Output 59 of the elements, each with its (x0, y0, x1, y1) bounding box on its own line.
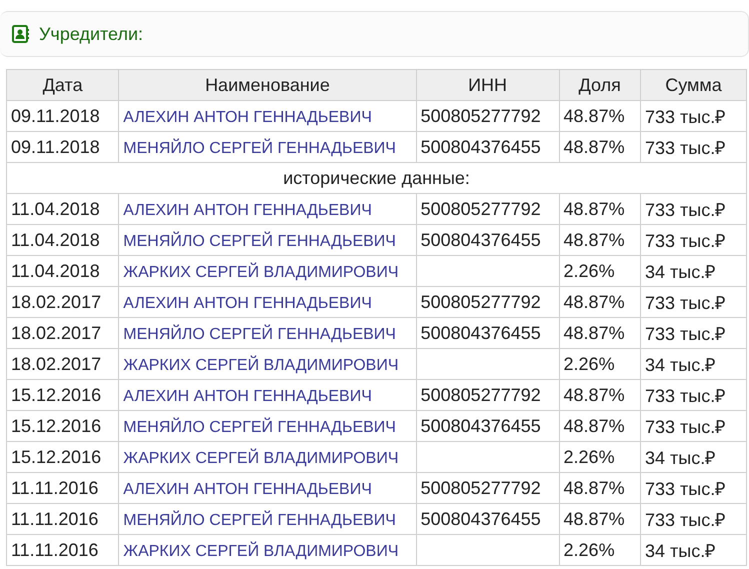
column-header: ИНН (416, 70, 560, 100)
table-cell: 34 тыс.₽ (640, 348, 746, 380)
table-cell: 48.87% (559, 472, 640, 504)
table-cell: 500804376455 (416, 224, 560, 256)
table-cell: 2.26% (559, 442, 640, 472)
table-cell: 48.87% (559, 380, 640, 410)
table-cell: 11.11.2016 (6, 472, 119, 504)
table-cell: 733 тыс.₽ (640, 472, 746, 504)
table-cell: 733 тыс.₽ (640, 504, 746, 534)
table-cell: 733 тыс.₽ (640, 194, 746, 224)
table-cell: 48.87% (559, 286, 640, 318)
table-cell: 18.02.2017 (6, 318, 119, 348)
table-cell: 11.04.2018 (6, 194, 119, 224)
table-cell: 11.11.2016 (6, 504, 119, 534)
table-cell: 15.12.2016 (6, 442, 119, 472)
table-cell: 500805277792 (416, 472, 560, 504)
table-cell: 34 тыс.₽ (640, 256, 746, 286)
table-cell: 48.87% (559, 100, 640, 132)
table-cell: 500805277792 (416, 194, 560, 224)
column-header: Доля (559, 70, 640, 100)
table-cell: 18.02.2017 (6, 286, 119, 318)
table-cell: 48.87% (559, 504, 640, 534)
table-cell: 48.87% (559, 410, 640, 442)
table-cell: 733 тыс.₽ (640, 380, 746, 410)
table-cell: 15.12.2016 (6, 380, 119, 410)
table-cell: 733 тыс.₽ (640, 224, 746, 256)
table-cell: 733 тыс.₽ (640, 286, 746, 318)
table-cell: 2.26% (559, 534, 640, 566)
table-cell: 11.04.2018 (6, 224, 119, 256)
column-header: Дата (6, 70, 119, 100)
table-cell: 500805277792 (416, 100, 560, 132)
table-cell: 11.04.2018 (6, 256, 119, 286)
table-cell: 48.87% (559, 132, 640, 162)
contact-card-icon (12, 25, 30, 43)
table-cell: 15.12.2016 (6, 410, 119, 442)
table-cell: 733 тыс.₽ (640, 100, 746, 132)
table-cell: 500804376455 (416, 410, 560, 442)
table-cell: 48.87% (559, 224, 640, 256)
table-cell: 09.11.2018 (6, 132, 119, 162)
section-title: Учредители: (39, 24, 144, 44)
table-cell: 34 тыс.₽ (640, 534, 746, 566)
column-header: Сумма (640, 70, 746, 100)
table-cell: 500804376455 (416, 132, 560, 162)
table-cell: 2.26% (559, 256, 640, 286)
table-cell: 48.87% (559, 318, 640, 348)
column-header: Наименование (118, 70, 416, 100)
table-cell: 733 тыс.₽ (640, 132, 746, 162)
table-cell: 500804376455 (416, 504, 560, 534)
table-cell: 34 тыс.₽ (640, 442, 746, 472)
table-cell: 18.02.2017 (6, 348, 119, 380)
table-cell: 733 тыс.₽ (640, 410, 746, 442)
table-cell: 11.11.2016 (6, 534, 119, 566)
table-cell: 733 тыс.₽ (640, 318, 746, 348)
table-cell: 48.87% (559, 194, 640, 224)
table-cell: 2.26% (559, 348, 640, 380)
table-cell: 500804376455 (416, 318, 560, 348)
table-cell: 500805277792 (416, 380, 560, 410)
table-cell: 09.11.2018 (6, 100, 119, 132)
table-cell: 500805277792 (416, 286, 560, 318)
